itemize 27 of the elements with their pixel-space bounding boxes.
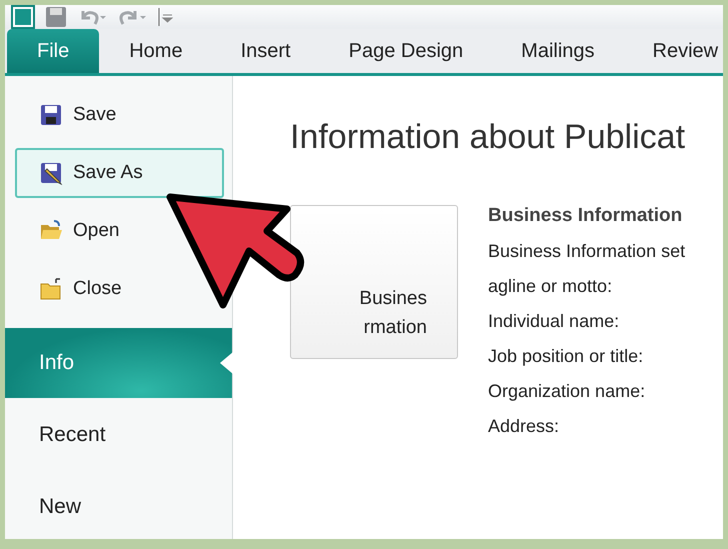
menu-section[interactable]: Info [5, 328, 232, 398]
folder-icon [39, 277, 63, 301]
field-label: Organization name: [488, 381, 646, 402]
customize-toolbar-icon[interactable] [157, 6, 173, 28]
menu-command[interactable]: Save As [15, 148, 224, 198]
field-label: agline or motto: [488, 276, 614, 297]
field-label: Individual name: [488, 311, 620, 332]
menu-command[interactable]: Open [15, 206, 134, 256]
field-label: Address: [488, 416, 560, 437]
menu-section[interactable]: Recent [5, 400, 232, 470]
ribbon-tab[interactable]: File [7, 29, 100, 73]
floppy-pencil-icon [39, 161, 63, 185]
field-label: Job position or title: [488, 346, 644, 367]
ribbon-tab[interactable]: Review [632, 29, 723, 73]
ribbon-tab[interactable]: Mailings [501, 29, 615, 73]
section-heading: Business Information [488, 205, 684, 227]
menu-command[interactable]: Save [15, 90, 130, 140]
page-title: Information about Publicat [290, 118, 686, 157]
menu-command[interactable]: Close [15, 264, 136, 314]
save-icon[interactable] [45, 6, 67, 28]
app-logo-icon[interactable] [11, 5, 35, 29]
field-label: Business Information set [488, 241, 686, 262]
business-info-button[interactable]: Busines rmation [290, 205, 458, 359]
ribbon-tab[interactable]: Insert [220, 29, 311, 73]
ribbon-tab[interactable]: Page Design [328, 29, 484, 73]
menu-section[interactable]: New [5, 472, 232, 539]
ribbon-tab[interactable]: Home [109, 29, 203, 73]
